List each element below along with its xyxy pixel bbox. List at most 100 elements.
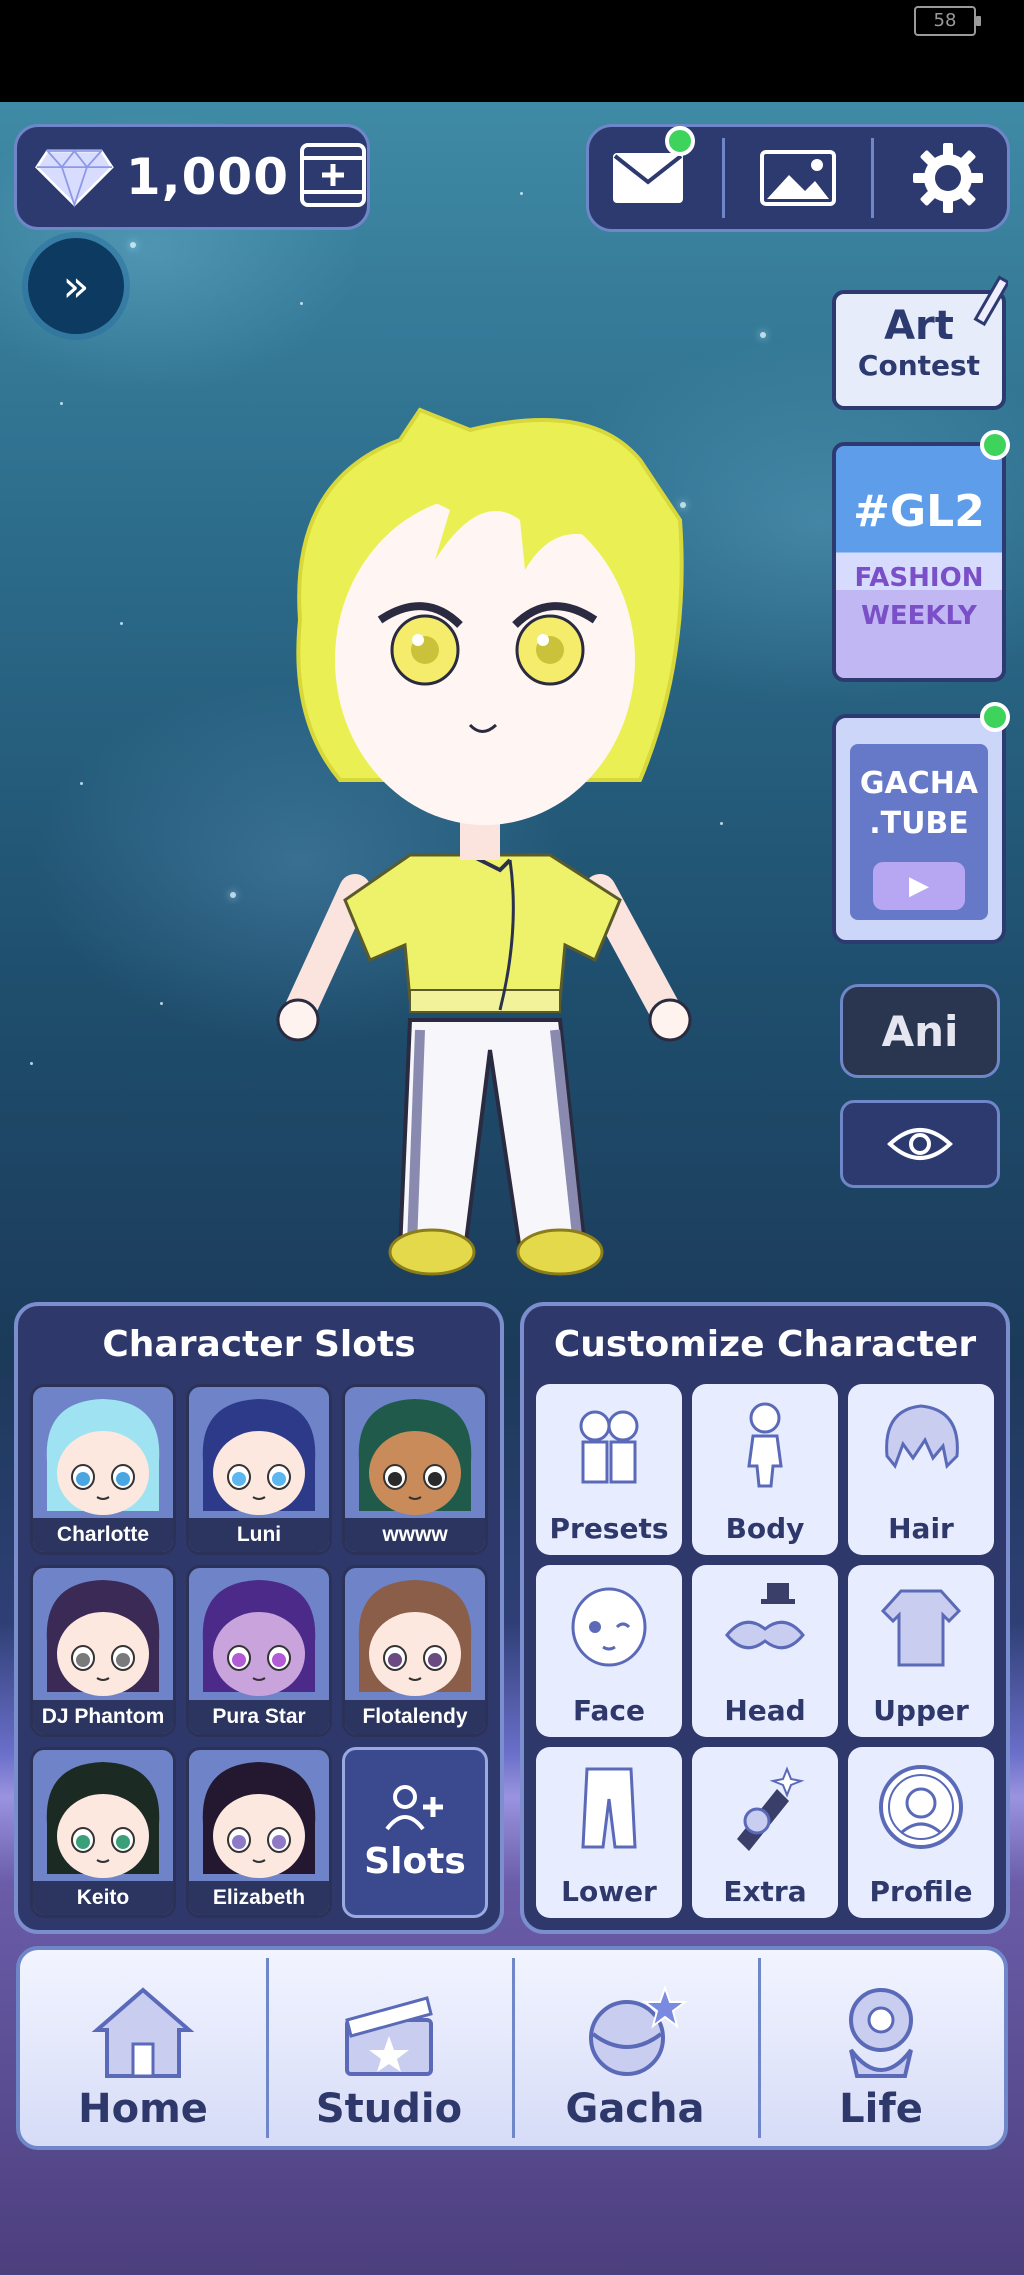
- fashion-line2: WEEKLY: [861, 601, 977, 631]
- fashion-tag: #GL2: [853, 486, 985, 537]
- character-slot[interactable]: Charlotte: [30, 1384, 176, 1556]
- main-character[interactable]: [260, 400, 780, 1300]
- character-portrait: [46, 1761, 160, 1878]
- nav-home[interactable]: Home: [20, 1950, 266, 2146]
- mail-button[interactable]: [603, 126, 696, 218]
- character-slot-name: Keito: [33, 1880, 173, 1915]
- presets-button[interactable]: Presets: [536, 1384, 682, 1556]
- body-icon: [747, 1402, 783, 1488]
- eye-icon: [887, 1128, 953, 1160]
- gacha-tube-button[interactable]: GACHA .TUBE ▶: [832, 702, 1010, 944]
- character-slot-name: wwww: [345, 1518, 485, 1553]
- character-slot-name: Flotalendy: [345, 1699, 485, 1734]
- customize-grid: Presets Body Hair Face Head Upper Lower Extra Pr…: [536, 1384, 994, 1918]
- character-slot-name: DJ Phantom: [33, 1699, 173, 1734]
- profile-button[interactable]: Profile: [848, 1746, 994, 1918]
- customize-button-label: Presets: [549, 1512, 669, 1546]
- watch-ad-button[interactable]: [299, 142, 367, 212]
- nav-label: Gacha: [565, 2086, 705, 2132]
- customize-button-label: Extra: [723, 1874, 807, 1908]
- art-contest-button[interactable]: Art Contest: [832, 275, 1008, 410]
- upper-icon: [880, 1589, 962, 1667]
- nav-studio[interactable]: Studio: [266, 1950, 512, 2146]
- gacha-tube-line1: GACHA: [859, 766, 979, 801]
- notification-dot: [980, 430, 1010, 460]
- gem-counter[interactable]: 1,000: [14, 124, 370, 230]
- character-slot[interactable]: Pura Star: [186, 1565, 332, 1737]
- nav-gacha[interactable]: Gacha: [512, 1950, 758, 2146]
- play-icon: ▶: [873, 862, 965, 910]
- gear-icon: [912, 143, 983, 213]
- fashion-line1: FASHION: [854, 563, 984, 593]
- character-portrait: [358, 1580, 472, 1697]
- add-user-icon: [385, 1784, 443, 1831]
- face-icon: [571, 1587, 647, 1667]
- nav-life[interactable]: Life: [758, 1950, 1004, 2146]
- gallery-button[interactable]: [753, 138, 843, 218]
- art-contest-subtitle: Contest: [857, 349, 981, 382]
- character-slot-name: Charlotte: [33, 1518, 173, 1553]
- character-slot[interactable]: Elizabeth: [186, 1746, 332, 1918]
- customize-button-label: Face: [573, 1693, 645, 1727]
- nav-label: Home: [78, 2086, 208, 2132]
- lower-button[interactable]: Lower: [536, 1746, 682, 1918]
- add-slots-label: Slots: [364, 1840, 466, 1882]
- character-slot-name: Elizabeth: [189, 1880, 329, 1915]
- presets-icon: [579, 1410, 639, 1484]
- add-slots-button[interactable]: Slots: [342, 1746, 488, 1918]
- divider: [721, 138, 725, 218]
- notification-dot: [665, 126, 696, 156]
- character-portrait: [202, 1761, 316, 1878]
- animation-button[interactable]: Ani: [840, 984, 1000, 1078]
- film-plus-icon: [300, 143, 366, 207]
- character-slot[interactable]: DJ Phantom: [30, 1565, 176, 1737]
- notification-dot: [980, 702, 1010, 732]
- profile-icon: [879, 1764, 963, 1849]
- body-button[interactable]: Body: [692, 1384, 838, 1556]
- customize-button-label: Hair: [888, 1512, 954, 1546]
- gacha-tube-screen: GACHA .TUBE ▶: [850, 744, 988, 920]
- gacha-tube-line2: .TUBE: [869, 806, 969, 841]
- lower-icon: [581, 1767, 637, 1849]
- character-portrait: [358, 1399, 472, 1515]
- customize-button-label: Upper: [873, 1693, 969, 1727]
- diamond-icon: [35, 149, 114, 208]
- extra-button[interactable]: Extra: [692, 1746, 838, 1918]
- character-slot[interactable]: Luni: [186, 1384, 332, 1556]
- gem-count: 1,000: [125, 148, 289, 206]
- customize-button-label: Head: [724, 1693, 806, 1727]
- hair-icon: [885, 1404, 959, 1470]
- gacha-icon: [589, 1985, 688, 2076]
- character-slot-name: Luni: [189, 1518, 329, 1553]
- flower-icon: [849, 1988, 913, 2078]
- character-portrait: [202, 1580, 316, 1697]
- bottom-navigation: Home Studio Gacha Life: [16, 1946, 1008, 2150]
- head-icon: [725, 1583, 805, 1650]
- mail-icon: [613, 153, 684, 203]
- character-slots-panel: Character Slots Charlotte Luni wwww DJ P…: [14, 1302, 504, 1934]
- settings-button[interactable]: [903, 138, 993, 218]
- pencil-icon: [973, 275, 1008, 327]
- character-slot-name: Pura Star: [189, 1699, 329, 1734]
- character-portrait: [46, 1580, 160, 1697]
- upper-button[interactable]: Upper: [848, 1565, 994, 1737]
- extra-icon: [737, 1765, 805, 1851]
- toggle-ui-button[interactable]: [840, 1100, 1000, 1188]
- home-icon: [91, 1987, 195, 2078]
- hair-button[interactable]: Hair: [848, 1384, 994, 1556]
- top-action-bar: [586, 124, 1010, 232]
- character-slot[interactable]: Flotalendy: [342, 1565, 488, 1737]
- fashion-weekly-banner[interactable]: #GL2 FASHION WEEKLY: [832, 430, 1010, 682]
- divider: [871, 138, 875, 218]
- head-button[interactable]: Head: [692, 1565, 838, 1737]
- customize-button-label: Body: [725, 1512, 805, 1546]
- nav-label: Studio: [315, 2086, 463, 2132]
- status-bar: 58: [0, 0, 1024, 102]
- slot-grid: Charlotte Luni wwww DJ Phantom Pura Star…: [30, 1384, 488, 1918]
- face-button[interactable]: Face: [536, 1565, 682, 1737]
- expand-menu-button[interactable]: »: [28, 238, 124, 334]
- character-slot[interactable]: wwww: [342, 1384, 488, 1556]
- character-slot[interactable]: Keito: [30, 1746, 176, 1918]
- customize-character-panel: Customize Character Presets Body Hair Face H…: [520, 1302, 1010, 1934]
- customize-title: Customize Character: [553, 1324, 977, 1365]
